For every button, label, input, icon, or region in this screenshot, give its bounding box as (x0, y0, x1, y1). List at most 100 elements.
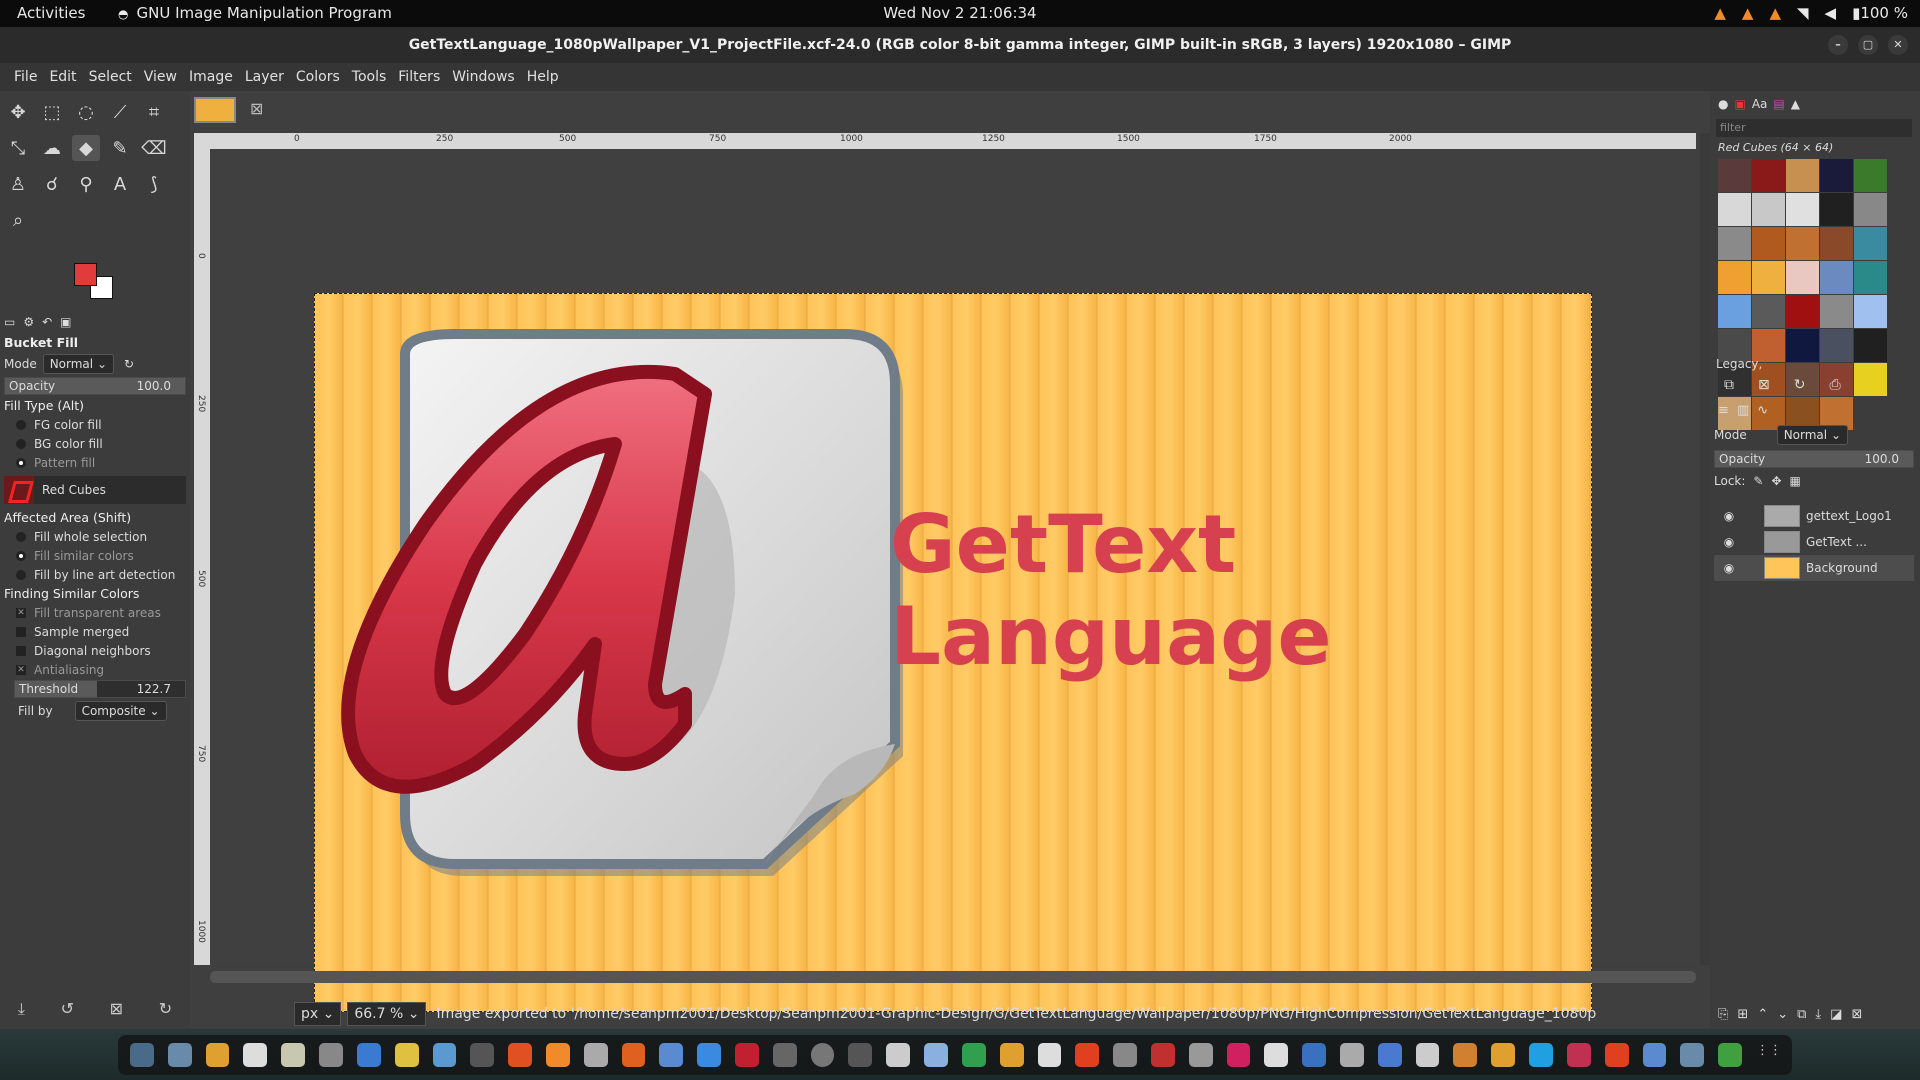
delete-preset-icon[interactable]: ⊠ (110, 999, 123, 1019)
vlc-icon[interactable]: ▲ (1769, 4, 1781, 22)
app-icon[interactable] (1150, 1043, 1175, 1067)
search-app-icon[interactable] (319, 1043, 343, 1067)
menu-windows[interactable]: Windows (446, 63, 521, 91)
menu-image[interactable]: Image (183, 63, 239, 91)
monitor-icon[interactable] (735, 1043, 759, 1067)
menu-layer[interactable]: Layer (239, 63, 290, 91)
paths-tool-icon[interactable]: ⚲ (72, 171, 100, 197)
vlc-icon[interactable]: ▲ (1742, 4, 1754, 22)
app-icon[interactable] (1113, 1043, 1137, 1067)
app-icon[interactable] (1642, 1043, 1667, 1067)
text-tool-icon[interactable]: A (106, 171, 134, 197)
app-icon[interactable] (659, 1043, 684, 1067)
notes-icon[interactable] (281, 1043, 306, 1067)
refresh-patterns-icon[interactable]: ↻ (1794, 377, 1806, 393)
app-icon[interactable] (1302, 1043, 1326, 1067)
files-icon[interactable] (167, 1043, 192, 1067)
app-icon[interactable] (999, 1043, 1024, 1067)
new-group-icon[interactable]: ⊞ (1737, 1007, 1748, 1022)
terminal-alt-icon[interactable] (470, 1043, 495, 1067)
inkscape-icon[interactable] (1188, 1043, 1213, 1067)
opacity-slider[interactable]: Opacity 100.0 (4, 377, 186, 395)
terminal-icon[interactable] (130, 1043, 154, 1067)
visibility-eye-icon[interactable]: ◉ (1714, 561, 1744, 575)
horizontal-ruler[interactable]: 0 250 500 750 1000 1250 1500 1750 2000 (210, 133, 1696, 149)
menu-edit[interactable]: Edit (43, 63, 82, 91)
app-icon[interactable] (1453, 1043, 1478, 1067)
fonts-tab-icon[interactable]: Aa (1752, 97, 1768, 111)
battery-icon[interactable]: ▮100 % (1852, 4, 1908, 22)
horizontal-scrollbar[interactable] (210, 971, 1696, 983)
obs-icon[interactable] (583, 1043, 608, 1067)
app-icon[interactable] (1718, 1043, 1742, 1067)
zoom-tool-icon[interactable]: ⌕ (4, 207, 32, 233)
crop-tool-icon[interactable]: ⌗ (140, 99, 168, 125)
software-center-icon[interactable] (621, 1043, 646, 1067)
app-icon[interactable] (394, 1043, 419, 1067)
app-icon[interactable] (1529, 1043, 1553, 1067)
threshold-slider[interactable]: Threshold 122.7 (14, 680, 186, 698)
new-layer-icon[interactable]: ⎘ (1718, 1007, 1728, 1022)
app-icon[interactable] (1415, 1043, 1440, 1067)
eraser-tool-icon[interactable]: ⌫ (140, 135, 168, 161)
layer-mode-select[interactable]: Normal ⌄ (1776, 425, 1848, 445)
impress-icon[interactable] (1075, 1043, 1100, 1067)
app-icon[interactable] (1680, 1043, 1705, 1067)
calc-icon[interactable] (961, 1043, 986, 1067)
editor-icon[interactable] (432, 1043, 457, 1067)
fuzzy-select-tool-icon[interactable]: ⟋ (106, 99, 134, 125)
reset-mode-icon[interactable]: ↻ (124, 357, 134, 371)
gimp-dock-icon[interactable] (810, 1043, 835, 1067)
tool-options-tab-icon[interactable]: ▭ (4, 315, 15, 329)
pattern-tag-filter[interactable]: Legacy, (1716, 357, 1762, 371)
color-picker-tool-icon[interactable]: ⟆ (140, 171, 168, 197)
help-icon[interactable] (697, 1043, 721, 1067)
dynamics-tab-icon[interactable]: ▲ (1791, 97, 1800, 111)
lock-pixels-icon[interactable]: ✎ (1753, 474, 1763, 488)
vlc-icon[interactable]: ▲ (1714, 4, 1726, 22)
mode-select[interactable]: Normal ⌄ (42, 354, 114, 374)
visibility-eye-icon[interactable]: ◉ (1714, 509, 1744, 523)
gradients-tab-icon[interactable]: ▤ (1773, 97, 1784, 111)
fill-transparent-checkbox[interactable]: ✕ Fill transparent areas (0, 603, 190, 622)
menu-filters[interactable]: Filters (392, 63, 446, 91)
merge-down-icon[interactable]: ⤓ (1815, 1007, 1821, 1022)
rect-select-tool-icon[interactable]: ⬚ (38, 99, 66, 125)
images-tab-icon[interactable]: ▣ (60, 315, 71, 329)
menu-colors[interactable]: Colors (290, 63, 346, 91)
layer-row[interactable]: ◉ Background (1714, 555, 1914, 581)
wifi-icon[interactable]: ◥ (1797, 4, 1809, 22)
lock-position-icon[interactable]: ✥ (1771, 474, 1781, 488)
antialiasing-checkbox[interactable]: ✕ Antialiasing (0, 660, 190, 679)
bg-fill-radio[interactable]: BG color fill (0, 434, 190, 453)
diagonal-neighbors-checkbox[interactable]: Diagonal neighbors (0, 641, 190, 660)
image-tab-thumbnail[interactable] (194, 97, 236, 123)
image-canvas[interactable]: GetText Language (314, 293, 1592, 1012)
bucket-fill-tool-icon[interactable]: ◆ (72, 135, 100, 161)
app-icon[interactable] (1037, 1043, 1062, 1067)
layers-tab-icon[interactable]: ≡ (1718, 403, 1729, 418)
zoom-select[interactable]: 66.7 % ⌄ (347, 1002, 427, 1026)
restore-preset-icon[interactable]: ↺ (61, 999, 74, 1019)
fill-similar-radio[interactable]: Fill similar colors (0, 546, 190, 565)
paintbrush-tool-icon[interactable]: ✎ (106, 135, 134, 161)
pattern-fill-radio[interactable]: Pattern fill (0, 453, 190, 472)
app-icon[interactable] (848, 1043, 873, 1067)
layer-opacity-slider[interactable]: Opacity 100.0 (1714, 450, 1914, 468)
unit-select[interactable]: px ⌄ (294, 1002, 342, 1026)
raise-layer-icon[interactable]: ⌃ (1757, 1007, 1768, 1022)
undo-history-tab-icon[interactable]: ↶ (42, 315, 52, 329)
maximize-button[interactable]: ▢ (1858, 35, 1878, 55)
move-tool-icon[interactable]: ✥ (4, 99, 32, 125)
smudge-tool-icon[interactable]: ☌ (38, 171, 66, 197)
close-button[interactable]: ✕ (1888, 35, 1908, 55)
vlc-dock-icon[interactable] (545, 1043, 570, 1067)
delete-pattern-icon[interactable]: ⊠ (1758, 377, 1770, 393)
save-preset-icon[interactable]: ⤓ (18, 999, 25, 1019)
mask-icon[interactable]: ◪ (1830, 1007, 1842, 1022)
app-icon[interactable] (1264, 1043, 1289, 1067)
pattern-filter-input[interactable]: filter (1716, 119, 1912, 137)
menu-help[interactable]: Help (521, 63, 565, 91)
delete-layer-icon[interactable]: ⊠ (1851, 1007, 1862, 1022)
brushes-tab-icon[interactable]: ● (1718, 97, 1728, 111)
